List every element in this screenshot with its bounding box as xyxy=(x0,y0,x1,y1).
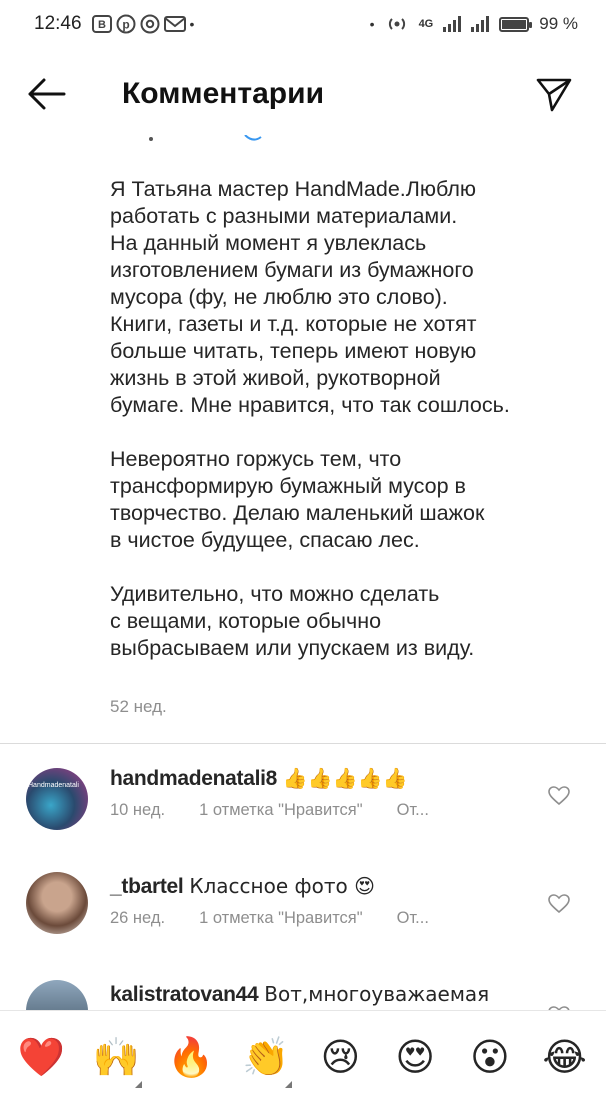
emoji-glyph: 😮 xyxy=(470,1034,510,1079)
emoji-quick-reply-bar: ❤️ 🙌 🔥 👏 😢 😍 😮 😂 xyxy=(0,1010,606,1102)
comment-time: 26 нед. xyxy=(110,909,166,927)
mail-icon xyxy=(163,16,186,32)
caption-line: с вещами, которые обычно xyxy=(110,609,382,633)
like-heart-icon[interactable] xyxy=(548,894,570,914)
comment-username[interactable]: _tbartel xyxy=(110,875,184,898)
like-heart-icon[interactable] xyxy=(548,786,570,806)
battery-percent: 99 % xyxy=(539,14,578,33)
comment-time: 10 нед. xyxy=(110,801,166,819)
emoji-glyph: 🔥 xyxy=(167,1034,215,1079)
at-icon xyxy=(140,14,160,34)
header: Комментарии xyxy=(0,62,606,128)
caption-line: Книги, газеты и т.д. которые не хотят xyxy=(110,312,477,336)
comment-text: _tbartel Классное фото 😍 xyxy=(110,872,540,901)
hotspot-icon xyxy=(388,18,405,30)
emoji-glyph: 🙌 xyxy=(92,1034,140,1079)
comment-meta: 26 нед. 1 отметка "Нравится" От... xyxy=(110,909,540,928)
signal-icon xyxy=(443,16,462,32)
skin-tone-indicator xyxy=(284,1080,292,1088)
comment-likes-count[interactable]: 1 отметка "Нравится" xyxy=(199,909,363,928)
heart-emoji[interactable]: ❤️ xyxy=(11,1038,71,1076)
caption-line: Я Татьяна мастер HandMade.Люблю xyxy=(110,177,477,201)
arrow-left-icon[interactable] xyxy=(24,76,68,112)
caption-line: творчество. Делаю маленький шажок xyxy=(110,501,485,525)
comment-username[interactable]: handmadenatali8 xyxy=(110,767,277,790)
comment-likes-count[interactable]: 1 отметка "Нравится" xyxy=(199,801,363,820)
heart-eyes-emoji[interactable]: 😍 xyxy=(385,1038,445,1076)
caption-line: Невероятно горжусь тем, что xyxy=(110,447,402,471)
comment-username[interactable]: kalistratovan44 xyxy=(110,983,259,1006)
comment-body: handmadenatali8 👍👍👍👍👍 10 нед. 1 отметка "Н… xyxy=(110,764,540,820)
avatar-label: Handmadenatali xyxy=(28,782,79,789)
battery-icon xyxy=(499,16,533,32)
comment-message: 👍👍👍👍👍 xyxy=(282,766,408,790)
comment-meta: 10 нед. 1 отметка "Нравится" От... xyxy=(110,801,540,820)
paper-plane-icon[interactable] xyxy=(534,74,574,114)
caption-line: Удивительно, что можно сделать xyxy=(110,582,440,606)
caption-paragraph: Удивительно, что можно сделать с вещами, … xyxy=(110,581,580,662)
status-notification-icons: B p • xyxy=(91,14,195,34)
caption-paragraph: Невероятно горжусь тем, что трансформирую… xyxy=(110,446,580,554)
skin-tone-indicator xyxy=(135,1080,143,1088)
notification-b-icon: B xyxy=(91,15,112,33)
emoji-glyph: 😂 xyxy=(542,1034,587,1079)
comment-body: _tbartel Классное фото 😍 26 нед. 1 отметка… xyxy=(110,872,540,928)
open-mouth-emoji[interactable]: 😮 xyxy=(460,1038,520,1076)
pinterest-icon: p xyxy=(116,14,136,34)
status-time: 12:46 xyxy=(34,13,82,34)
comment-body: kalistratovan44 Вот,многоуважаемая xyxy=(110,980,540,1009)
avatar[interactable]: Handmadenatali xyxy=(26,768,88,830)
caption-time[interactable]: 52 нед. xyxy=(110,697,167,717)
comment-text: handmadenatali8 👍👍👍👍👍 xyxy=(110,764,540,793)
caption-line: выбрасываем или упускаем из виду. xyxy=(110,636,475,660)
raising-hands-emoji[interactable]: 🙌 xyxy=(86,1034,146,1088)
status-dot: • xyxy=(189,16,195,32)
emoji-glyph: 👏 xyxy=(241,1034,290,1079)
svg-text:p: p xyxy=(122,18,129,32)
page-title: Комментарии xyxy=(122,77,325,110)
caption-line: больше читать, теперь имеют новую xyxy=(110,339,477,363)
status-left: 12:46 B p • xyxy=(34,13,194,35)
clapping-hands-emoji[interactable]: 👏 xyxy=(236,1034,296,1088)
caption-line: жизнь в этой живой, рукотворной xyxy=(110,366,441,390)
caption-line: работать с разными материалами. xyxy=(110,204,458,228)
avatar[interactable] xyxy=(26,872,88,934)
caption-line: изготовлением бумаги из бумажного xyxy=(110,258,474,282)
reply-button[interactable]: От... xyxy=(397,801,429,820)
comment-text: kalistratovan44 Вот,многоуважаемая xyxy=(110,980,540,1009)
signal-2-icon xyxy=(471,16,490,32)
post-caption: Я Татьяна мастер HandMade.Люблю работать … xyxy=(110,176,580,689)
emoji-glyph: ❤️ xyxy=(17,1034,66,1079)
comment-message: Классное фото 😍 xyxy=(189,874,375,898)
comment-row[interactable]: _tbartel Классное фото 😍 26 нед. 1 отметка… xyxy=(0,872,606,972)
caption-line: На данный момент я увлеклась xyxy=(110,231,427,255)
emoji-glyph: 😢 xyxy=(320,1034,361,1079)
emoji-glyph: 😍 xyxy=(395,1034,435,1079)
caption-paragraph: Я Татьяна мастер HandMade.Люблю работать … xyxy=(110,176,580,419)
status-bar: 12:46 B p • • 4G 99 % xyxy=(0,0,606,48)
crying-face-emoji[interactable]: 😢 xyxy=(310,1038,370,1076)
scrolled-content-remnant xyxy=(149,135,262,141)
comment-row[interactable]: Handmadenatali handmadenatali8 👍👍👍👍👍 10 не… xyxy=(0,764,606,864)
status-right: • 4G 99 % xyxy=(370,14,578,34)
tears-of-joy-emoji[interactable]: 😂 xyxy=(535,1038,595,1076)
network-type: 4G xyxy=(418,18,434,30)
caption-line: в чистое будущее, спасаю лес. xyxy=(110,528,420,552)
battery-fill xyxy=(502,19,526,29)
caption-line: бумаге. Мне нравится, что так сошлось. xyxy=(110,393,510,417)
fire-emoji[interactable]: 🔥 xyxy=(161,1038,221,1076)
caption-line: трансформирую бумажный мусор в xyxy=(110,474,466,498)
divider xyxy=(0,743,606,744)
caption-line: мусора (фу, не люблю это слово). xyxy=(110,285,448,309)
reply-button[interactable]: От... xyxy=(397,909,429,928)
status-dot-right: • xyxy=(369,16,375,32)
svg-text:B: B xyxy=(98,19,106,31)
comment-message: Вот,многоуважаемая xyxy=(264,982,490,1006)
